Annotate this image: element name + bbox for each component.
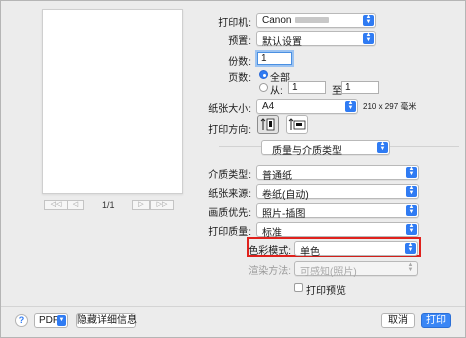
orientation-label: 打印方向: bbox=[208, 125, 251, 136]
pages-from-field[interactable]: 1 bbox=[288, 81, 326, 94]
section-value: 质量与介质类型 bbox=[272, 146, 342, 157]
last-page-button[interactable]: ▷▷ bbox=[150, 200, 174, 210]
updown-chevron-icon: ▲ ▼ bbox=[377, 141, 388, 153]
first-page-icon: ◁◁ bbox=[50, 201, 62, 208]
help-button[interactable]: ? bbox=[15, 314, 28, 327]
page-preview bbox=[42, 9, 183, 194]
print-quality-select[interactable]: 标准 ▲ ▼ bbox=[256, 222, 419, 239]
paper-size-value: A4 bbox=[262, 101, 275, 112]
printer-label: 打印机: bbox=[218, 18, 251, 29]
portrait-icon bbox=[260, 118, 275, 131]
pdf-label: PDF bbox=[39, 315, 59, 326]
presets-label: 预置: bbox=[228, 36, 251, 47]
pages-range-radio[interactable] bbox=[259, 83, 268, 92]
quality-priority-label: 画质优先: bbox=[208, 208, 251, 219]
quality-priority-value: 照片-插图 bbox=[262, 209, 306, 220]
copies-label: 份数: bbox=[228, 57, 251, 68]
page-indicator: 1/1 bbox=[102, 200, 115, 210]
pages-all-radio[interactable] bbox=[259, 70, 268, 79]
updown-chevron-icon: ▲ ▼ bbox=[406, 185, 417, 197]
media-type-select[interactable]: 普通纸 ▲ ▼ bbox=[256, 165, 419, 182]
rendering-label: 渲染方法: bbox=[248, 266, 291, 277]
color-mode-value: 单色 bbox=[300, 247, 320, 258]
rendering-select[interactable]: 可感知(照片) ▲ ▼ bbox=[294, 261, 418, 278]
print-quality-label: 打印质量: bbox=[208, 227, 251, 238]
updown-chevron-icon: ▲ ▼ bbox=[363, 14, 374, 26]
redacted-model bbox=[295, 17, 330, 24]
updown-chevron-icon: ▲ ▼ bbox=[406, 204, 417, 216]
first-page-button[interactable]: ◁◁ bbox=[44, 200, 68, 210]
presets-value: 默认设置 bbox=[262, 37, 302, 48]
cancel-button[interactable]: 取消 bbox=[381, 313, 415, 328]
updown-chevron-icon: ▲ ▼ bbox=[345, 100, 356, 112]
print-button[interactable]: 打印 bbox=[421, 313, 451, 328]
pages-from-label: 从: bbox=[270, 86, 283, 97]
rendering-value: 可感知(照片) bbox=[300, 267, 357, 278]
landscape-button[interactable] bbox=[286, 115, 308, 134]
paper-source-label: 纸张来源: bbox=[208, 189, 251, 200]
color-mode-label: 色彩模式: bbox=[248, 246, 291, 257]
paper-source-select[interactable]: 卷纸(自动) ▲ ▼ bbox=[256, 184, 419, 201]
print-preview-label: 打印预览 bbox=[306, 286, 346, 297]
paper-size-select[interactable]: A4 ▲ ▼ bbox=[256, 99, 358, 114]
print-preview-checkbox[interactable] bbox=[294, 283, 303, 292]
printer-select[interactable]: Canon ▲ ▼ bbox=[256, 13, 376, 28]
media-type-value: 普通纸 bbox=[262, 171, 292, 182]
updown-chevron-icon: ▲ ▼ bbox=[407, 262, 414, 273]
copies-field[interactable]: 1 bbox=[257, 52, 292, 65]
paper-source-value: 卷纸(自动) bbox=[262, 190, 309, 201]
portrait-button[interactable] bbox=[257, 115, 279, 134]
printer-value: Canon bbox=[262, 15, 292, 26]
pages-label: 页数: bbox=[228, 73, 251, 84]
updown-chevron-icon: ▲ ▼ bbox=[363, 32, 374, 44]
landscape-icon bbox=[288, 118, 306, 130]
prev-page-button[interactable]: ◁ bbox=[67, 200, 84, 210]
next-page-button[interactable]: ▷ bbox=[132, 200, 150, 210]
media-type-label: 介质类型: bbox=[208, 170, 251, 181]
pdf-menu-button[interactable]: PDF ▼ bbox=[34, 313, 68, 328]
color-mode-select[interactable]: 单色 ▲ ▼ bbox=[294, 241, 418, 258]
quality-priority-select[interactable]: 照片-插图 ▲ ▼ bbox=[256, 203, 419, 220]
footer-divider bbox=[1, 306, 465, 307]
print-dialog: ◁◁ ◁ 1/1 ▷ ▷▷ 打印机: Canon ▲ ▼ 预置: 默认设置 ▲ ▼ … bbox=[0, 0, 466, 338]
prev-page-icon: ◁ bbox=[72, 201, 79, 208]
chevron-down-icon: ▼ bbox=[57, 315, 66, 326]
section-select[interactable]: 质量与介质类型 ▲ ▼ bbox=[261, 140, 390, 157]
next-page-icon: ▷ bbox=[138, 201, 144, 208]
pages-to-field[interactable]: 1 bbox=[341, 81, 379, 94]
updown-chevron-icon: ▲ ▼ bbox=[406, 223, 417, 235]
help-icon: ? bbox=[18, 315, 25, 325]
updown-chevron-icon: ▲ ▼ bbox=[405, 242, 416, 254]
last-page-icon: ▷▷ bbox=[156, 201, 168, 208]
updown-chevron-icon: ▲ ▼ bbox=[406, 166, 417, 178]
presets-select[interactable]: 默认设置 ▲ ▼ bbox=[256, 31, 376, 48]
paper-size-label: 纸张大小: bbox=[208, 104, 251, 115]
hide-details-button[interactable]: 隐藏详细信息 bbox=[76, 313, 137, 328]
paper-dimensions: 210 x 297 毫米 bbox=[363, 102, 417, 111]
